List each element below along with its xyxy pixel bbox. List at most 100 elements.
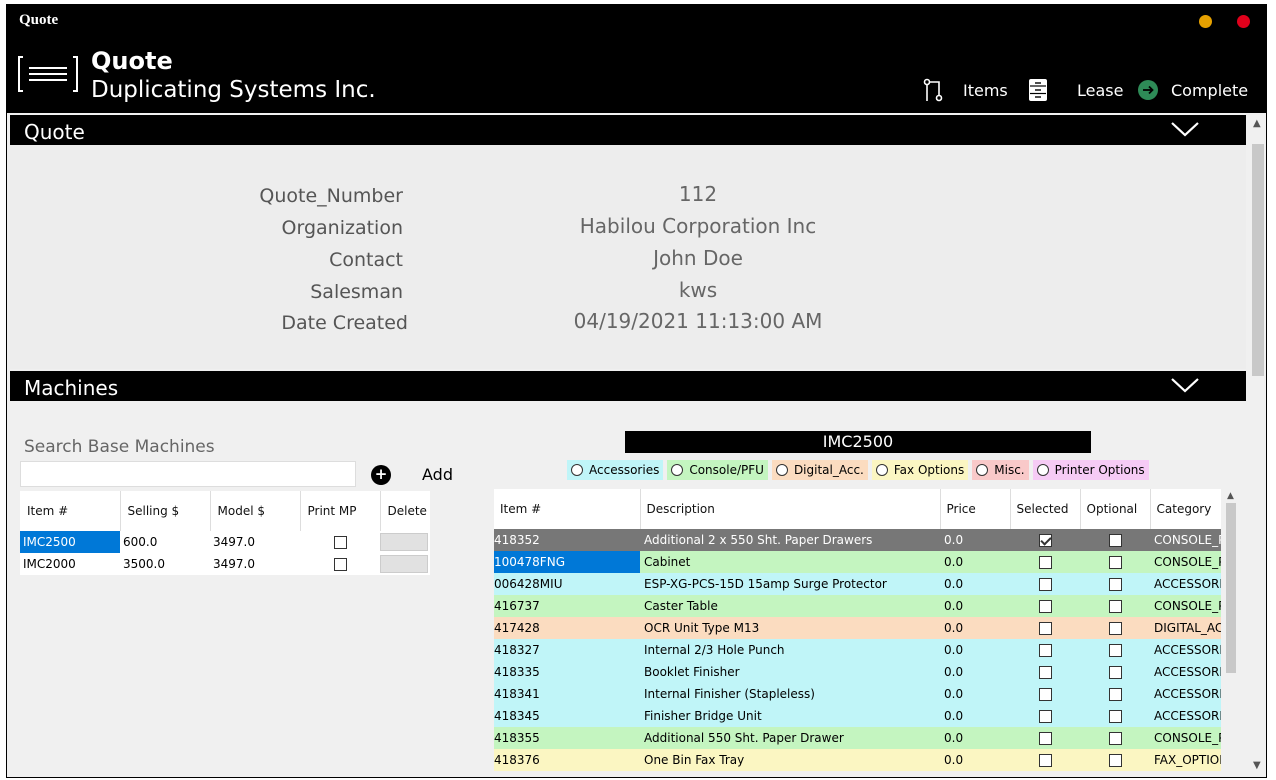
table-row[interactable]: IMC2500 600.0 3497.0 <box>20 531 430 553</box>
delete-button[interactable] <box>380 555 428 573</box>
item-number-cell[interactable]: 418376 <box>494 749 640 771</box>
table-row[interactable]: 006428MIU ESP-XG-PCS-15D 15amp Surge Prot… <box>494 573 1221 595</box>
description-cell[interactable]: Additional 2 x 550 Sht. Paper Drawers <box>640 529 940 551</box>
category-cell[interactable]: ACCESSORIES <box>1150 705 1221 727</box>
price-cell[interactable]: 0.0 <box>940 529 1010 551</box>
add-button[interactable]: Add <box>422 465 453 484</box>
radio-icon[interactable] <box>875 464 888 476</box>
price-cell[interactable]: 0.0 <box>940 683 1010 705</box>
item-number-cell[interactable]: 418355 <box>494 727 640 749</box>
table-row[interactable]: 418335Booklet Finisher0.0 ACCESSORIES <box>494 661 1221 683</box>
price-cell[interactable]: 0.0 <box>940 749 1010 771</box>
item-number-cell[interactable]: 418345 <box>494 705 640 727</box>
description-cell[interactable]: Internal Finisher (Stapleless) <box>640 683 940 705</box>
table-row[interactable]: 418345Finisher Bridge Unit0.0 ACCESSORIES <box>494 705 1221 727</box>
radio-icon[interactable] <box>571 464 583 476</box>
item-number-cell[interactable]: 100478FNG <box>494 551 640 573</box>
quote-section-header[interactable]: Quote <box>10 115 1246 145</box>
filter-printer-options[interactable]: Printer Options <box>1032 460 1149 480</box>
scroll-up-icon[interactable]: ▲ <box>1227 491 1234 501</box>
selected-checkbox[interactable] <box>1038 578 1052 591</box>
price-cell[interactable]: 0.0 <box>940 705 1010 727</box>
optional-checkbox[interactable] <box>1108 578 1122 591</box>
category-cell[interactable]: CONSOLE_PFU <box>1150 551 1221 573</box>
price-cell[interactable]: 0.0 <box>940 661 1010 683</box>
selling-cell[interactable]: 3500.0 <box>120 553 210 575</box>
items-button[interactable]: Items <box>923 77 1008 103</box>
column-header-category[interactable]: Category <box>1150 489 1221 529</box>
selected-checkbox[interactable] <box>1038 666 1052 679</box>
optional-checkbox[interactable] <box>1108 710 1122 723</box>
delete-button[interactable] <box>380 533 428 551</box>
optional-checkbox[interactable] <box>1108 666 1122 679</box>
category-cell[interactable]: DIGITAL_ACC <box>1150 617 1221 639</box>
column-header-selected[interactable]: Selected <box>1010 489 1081 529</box>
chevron-down-icon[interactable] <box>1170 375 1200 395</box>
scrollbar-thumb[interactable] <box>1252 144 1264 376</box>
selected-checkbox[interactable] <box>1038 710 1052 723</box>
close-button[interactable] <box>1237 15 1250 28</box>
scroll-up-icon[interactable]: ▲ <box>1253 118 1261 129</box>
minimize-button[interactable] <box>1199 15 1212 28</box>
category-cell[interactable]: ACCESSORIES <box>1150 639 1221 661</box>
selected-checkbox[interactable] <box>1038 644 1052 657</box>
table-row[interactable]: 418376One Bin Fax Tray0.0 FAX_OPTIONS <box>494 749 1221 771</box>
table-row[interactable]: 418352 Additional 2 x 550 Sht. Paper Draw… <box>494 529 1221 551</box>
column-header-model[interactable]: Model $ <box>210 491 301 531</box>
lease-button[interactable]: Lease <box>1027 77 1123 103</box>
radio-icon[interactable] <box>775 464 788 476</box>
selected-checkbox[interactable] <box>1038 732 1052 745</box>
selected-checkbox[interactable] <box>1038 688 1052 701</box>
chevron-down-icon[interactable] <box>1170 119 1200 139</box>
description-cell[interactable]: Additional 550 Sht. Paper Drawer <box>640 727 940 749</box>
item-number-cell[interactable]: 417428 <box>494 617 640 639</box>
selected-checkbox[interactable] <box>1038 600 1052 613</box>
scroll-down-icon[interactable]: ▼ <box>1253 760 1261 771</box>
description-cell[interactable]: Caster Table <box>640 595 940 617</box>
optional-checkbox[interactable] <box>1108 556 1122 569</box>
description-cell[interactable]: One Bin Fax Tray <box>640 749 940 771</box>
machines-section-header[interactable]: Machines <box>10 371 1246 401</box>
table-row[interactable]: 417428OCR Unit Type M130.0 DIGITAL_ACC <box>494 617 1221 639</box>
optional-checkbox[interactable] <box>1108 534 1122 547</box>
filter-misc[interactable]: Misc. <box>972 460 1029 480</box>
optional-checkbox[interactable] <box>1108 622 1122 635</box>
filter-console-pfu[interactable]: Console/PFU <box>667 460 768 480</box>
base-item-cell[interactable]: IMC2500 <box>20 531 120 553</box>
complete-button[interactable]: Complete <box>1137 77 1248 103</box>
price-cell[interactable]: 0.0 <box>940 595 1010 617</box>
title-bar[interactable]: Quote <box>7 5 1266 35</box>
column-header-item[interactable]: Item # <box>20 491 121 531</box>
radio-icon[interactable] <box>1036 464 1049 476</box>
item-number-cell[interactable]: 418327 <box>494 639 640 661</box>
main-scrollbar[interactable]: ▲ ▼ <box>1249 114 1266 776</box>
column-header-optional[interactable]: Optional <box>1080 489 1151 529</box>
price-cell[interactable]: 0.0 <box>940 639 1010 661</box>
selling-cell[interactable]: 600.0 <box>120 531 210 553</box>
item-number-cell[interactable]: 418341 <box>494 683 640 705</box>
table-row[interactable]: 100478FNGCabinet0.0 CONSOLE_PFU <box>494 551 1221 573</box>
category-cell[interactable]: FAX_OPTIONS <box>1150 749 1221 771</box>
price-cell[interactable]: 0.0 <box>940 573 1010 595</box>
items-scrollbar[interactable]: ▲ <box>1224 489 1238 777</box>
print-mp-checkbox[interactable] <box>333 558 347 571</box>
optional-checkbox[interactable] <box>1108 754 1122 767</box>
optional-checkbox[interactable] <box>1108 732 1122 745</box>
item-number-cell[interactable]: 416737 <box>494 595 640 617</box>
price-cell[interactable]: 0.0 <box>940 617 1010 639</box>
filter-digital-acc[interactable]: Digital_Acc. <box>771 460 868 480</box>
price-cell[interactable]: 0.0 <box>940 727 1010 749</box>
search-base-machines-input[interactable] <box>20 461 356 487</box>
category-cell[interactable]: ACCESSORIES <box>1150 683 1221 705</box>
item-number-cell[interactable]: 418335 <box>494 661 640 683</box>
column-header-selling[interactable]: Selling $ <box>120 491 211 531</box>
model-cell[interactable]: 3497.0 <box>210 531 300 553</box>
item-number-cell[interactable]: 006428MIU <box>494 573 640 595</box>
optional-checkbox[interactable] <box>1108 688 1122 701</box>
radio-icon[interactable] <box>976 464 989 476</box>
filter-accessories[interactable]: Accessories <box>567 460 664 480</box>
table-row[interactable]: IMC2000 3500.0 3497.0 <box>20 553 430 575</box>
table-row[interactable]: 418355 Additional 550 Sht. Paper Drawer 0.… <box>494 727 1221 749</box>
description-cell[interactable]: Booklet Finisher <box>640 661 940 683</box>
selected-checkbox[interactable] <box>1038 556 1052 569</box>
